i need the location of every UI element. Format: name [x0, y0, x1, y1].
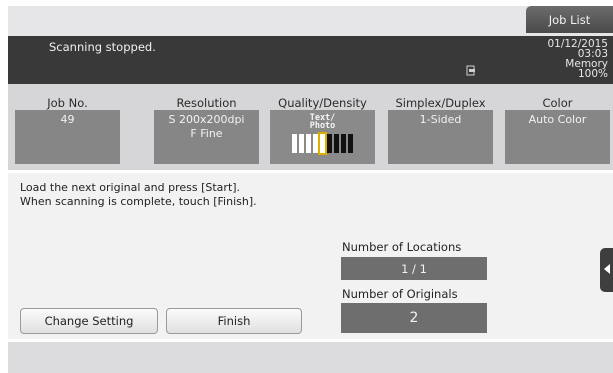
locations-label: Number of Locations: [342, 240, 462, 254]
resolution-line2: F Fine: [190, 127, 223, 140]
memory-value: 100%: [577, 68, 608, 80]
density-segment: [327, 134, 332, 153]
job-no-label: Job No.: [47, 96, 88, 110]
locations-value: 1 / 1: [341, 257, 487, 280]
scan-screen: Job List Scanning stopped. 01/12/2015 03…: [0, 0, 613, 373]
quality-density-label: Quality/Density: [278, 96, 367, 110]
simplex-duplex-value: 1-Sided: [388, 110, 493, 164]
side-panel-tab[interactable]: [600, 248, 613, 292]
finish-button[interactable]: Finish: [166, 308, 302, 334]
resolution-line1: S 200x200dpi: [168, 113, 245, 126]
bottom-bar: [8, 342, 613, 373]
density-bar: [270, 132, 375, 155]
quality-density-value: Text/ Photo: [270, 110, 375, 164]
density-segment: [348, 134, 353, 153]
status-panel: Scanning stopped. 01/12/2015 03:03 Memor…: [8, 36, 613, 84]
density-segment: [299, 134, 304, 153]
simplex-duplex-label: Simplex/Duplex: [395, 96, 486, 110]
change-setting-button[interactable]: Change Setting: [20, 308, 158, 334]
job-list-button[interactable]: Job List: [526, 6, 613, 33]
originals-label: Number of Originals: [342, 287, 458, 301]
chevron-left-icon: [604, 264, 610, 274]
resolution-value: S 200x200dpi F Fine: [154, 110, 259, 164]
resolution-label: Resolution: [176, 96, 237, 110]
density-segment: [306, 134, 311, 153]
settings-area: Job No. 49 Resolution S 200x200dpi F Fin…: [8, 84, 613, 170]
originals-value: 2: [341, 303, 487, 333]
status-message: Scanning stopped.: [49, 40, 156, 54]
density-segment: [292, 134, 297, 153]
density-segment: [341, 134, 346, 153]
status-info: 01/12/2015 03:03 Memory 100%: [547, 39, 608, 80]
color-value: Auto Color: [505, 110, 610, 164]
job-no-value: 49: [15, 110, 120, 164]
top-bar: [8, 6, 613, 36]
instruction-line2: When scanning is complete, touch [Finish…: [20, 195, 257, 208]
density-segment: [313, 134, 318, 153]
quality-mode-line2: Photo: [309, 121, 336, 131]
color-label: Color: [542, 96, 573, 110]
density-segment: [334, 134, 339, 153]
density-segment-selected: [318, 132, 327, 155]
message-area: Load the next original and press [Start]…: [8, 173, 613, 339]
instruction-line1: Load the next original and press [Start]…: [20, 181, 241, 194]
memory-icon: [466, 65, 475, 76]
